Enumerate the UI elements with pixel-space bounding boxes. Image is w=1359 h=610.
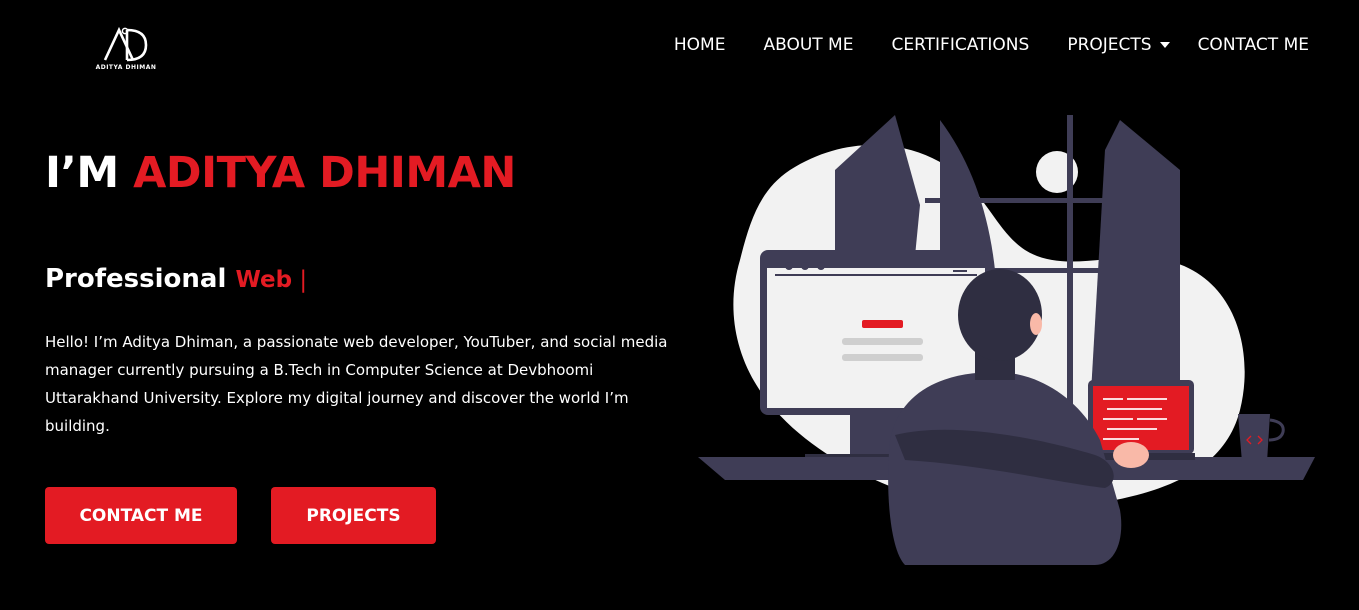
nav-projects-label: PROJECTS [1067,35,1152,55]
browser-dot-2 [801,262,809,270]
code-line-1 [1103,398,1123,400]
code-line-6 [1107,428,1157,430]
menu-line-1 [953,262,967,264]
code-line-2 [1127,398,1167,400]
ad-monogram-logo-icon [103,26,148,62]
nav-certifications[interactable]: CERTIFICATIONS [891,35,1029,55]
code-line-4 [1103,418,1133,420]
menu-line-2 [953,266,967,268]
browser-divider [775,274,977,276]
window-frame-top [925,198,1105,203]
site-logo[interactable]: ADITYA DHIMAN [95,26,157,74]
menu-line-3 [953,270,967,272]
person-hand [1113,442,1149,468]
hero-title: I’M ADITYA DHIMAN [45,148,516,198]
logo-wordmark: ADITYA DHIMAN [95,64,157,71]
hero-intro-text: Hello! I’m Aditya Dhiman, a passionate w… [45,333,668,435]
caret-down-icon [1159,42,1170,48]
code-line-5 [1137,418,1167,420]
code-line-3 [1107,408,1162,410]
hero-title-prefix: I’M [45,148,134,198]
screen-gray-bar-2 [842,354,923,361]
developer-illustration [698,115,1315,565]
window-frame-vertical [1067,115,1073,405]
screen-red-bar [862,320,903,328]
coffee-mug [1238,414,1270,462]
typing-cursor: | [292,267,308,293]
screen-gray-bar-1 [842,338,923,345]
person-ear [1030,313,1042,335]
main-nav: HOME ABOUT ME CERTIFICATIONS PROJECTS CO… [674,35,1309,55]
nav-home[interactable]: HOME [674,35,726,55]
browser-dot-3 [817,262,825,270]
browser-dot-1 [785,262,793,270]
hero-title-name: ADITYA DHIMAN [133,148,516,198]
hero-subtitle: Professional Web | [45,264,307,294]
projects-button[interactable]: PROJECTS [271,487,436,544]
mug-handle [1268,418,1285,442]
nav-about[interactable]: ABOUT ME [763,35,853,55]
nav-contact[interactable]: CONTACT ME [1198,35,1309,55]
person-head [958,269,1042,361]
contact-me-button[interactable]: CONTACT ME [45,487,237,544]
building-right [1090,120,1180,410]
nav-projects-dropdown[interactable]: PROJECTS [1067,35,1170,55]
subtitle-static: Professional [45,264,236,294]
subtitle-typed-text: Web [235,267,293,293]
code-line-7 [1103,438,1139,440]
